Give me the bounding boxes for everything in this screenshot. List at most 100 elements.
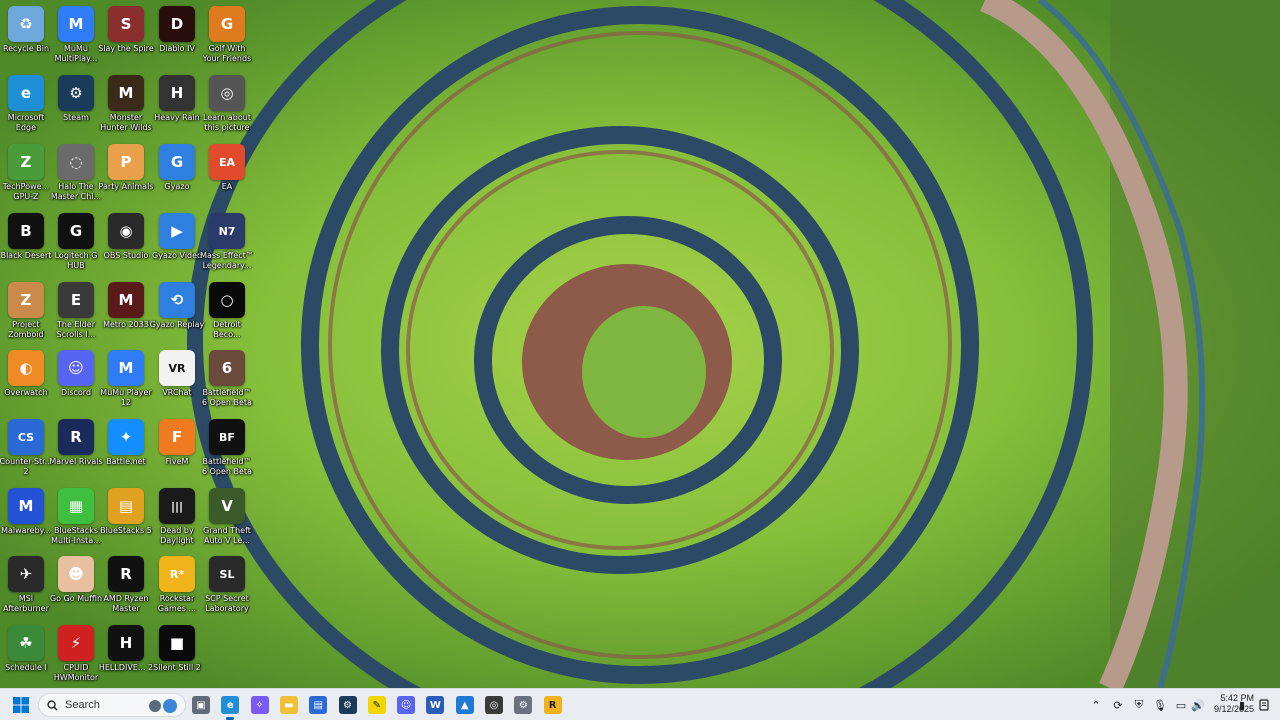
desktop-icon[interactable]: F FiveM [151,415,203,483]
taskbar-sticky-notes[interactable]: ✎ [365,693,389,717]
mumu-player-icon: M [108,350,144,386]
desktop-icon[interactable]: M MuMu MultiPlay... [50,2,102,70]
desktop-icon[interactable]: M Malwareby... [0,484,52,552]
desktop-icon[interactable]: H HELLDIVE... 2 [98,621,154,689]
desktop-icon[interactable]: M MuMu Player 12 [100,346,152,414]
taskbar-file-explorer[interactable]: ▬ [277,693,301,717]
hwmonitor-icon: ⚡ [58,625,94,661]
desktop-icon[interactable]: R AMD Ryzen Master [100,552,152,620]
desktop-icon-label: BlueStacks 5 [100,526,152,535]
desktop-icon[interactable]: Z TechPowe... GPU-Z [0,140,52,208]
desktop-icon[interactable]: G Logitech G HUB [50,209,102,277]
desktop-icon[interactable]: R Marvel Rivals [49,415,103,483]
desktop-icon[interactable]: EA EA [201,140,253,208]
gyazo-replay-icon: ⟲ [159,282,195,318]
speaker-icon[interactable]: 🔊 [1190,697,1206,713]
desktop-icon[interactable]: H Heavy Rain [151,71,203,139]
desktop-icon-label: MuMu Player 12 [100,388,152,407]
detroit-icon: ○ [209,282,245,318]
shield-icon[interactable]: ⛨ [1131,697,1147,713]
desktop-icon[interactable]: ✦ Battle.net [100,415,152,483]
project-zomboid-icon: Z [8,282,44,318]
desktop-icon[interactable]: ☻ Go Go Muffin [50,552,102,620]
desktop-icon[interactable]: VR VRChat [151,346,203,414]
desktop-icon[interactable]: ◐ Overwatch [0,346,52,414]
desktop-icon[interactable]: CS Counter-Str... 2 [0,415,52,483]
desktop-icon-label: OBS Studio [103,251,149,260]
desktop-icon-label: Battlefield™ 6 Open Beta [202,388,252,407]
desktop-icon[interactable]: ◉ OBS Studio [100,209,152,277]
desktop-icon[interactable]: E The Elder Scrolls I... [50,278,102,346]
desktop-icon[interactable]: P Party Animals [99,140,153,208]
desktop-icon[interactable]: ☘ Schedule I [0,621,52,689]
marvel-rivals-icon: R [58,419,94,455]
desktop-icon[interactable]: S Slay the Spire [98,2,154,70]
desktop-icon[interactable]: D Diablo IV [151,2,203,70]
desktop-icon[interactable]: V Grand Theft Auto V Le... [201,484,253,552]
taskbar-store[interactable]: ▤ [306,693,330,717]
heavy-rain-icon: H [159,75,195,111]
taskbar-task-view[interactable]: ▣ [189,693,213,717]
msi-afterburner-icon: ✈ [8,556,44,592]
desktop-icon[interactable]: B Black Desert [0,209,52,277]
desktop-icon[interactable]: SL SCP Secret Laboratory [201,552,253,620]
desktop-icon-label: Rockstar Games ... [157,594,197,613]
desktop-icon[interactable]: ▤ BlueStacks 5 [100,484,152,552]
battle-net-icon: ✦ [108,419,144,455]
taskbar-rockstar[interactable]: R [541,693,565,717]
desktop-icon[interactable]: G Gyazo [151,140,203,208]
desktop-icon-label: Gyazo [164,182,190,191]
chevron-up-icon[interactable]: ⌃ [1088,697,1104,713]
desktop-icon[interactable]: ▦ BlueStacks Multi-Insta... [50,484,102,552]
notification-bell-icon[interactable] [1256,697,1272,713]
microphone-icon[interactable]: 🎙 [1152,697,1168,713]
edge-icon: e [8,75,44,111]
taskbar-copilot[interactable]: ✧ [248,693,272,717]
start-button[interactable] [8,693,34,717]
desktop-icon[interactable]: N7 Mass Effect™ Legendary... [200,209,254,277]
taskbar-capture[interactable]: ◎ [482,693,506,717]
desktop-icon-label: Detroit Beco... [213,320,241,339]
desktop-icon[interactable]: 6 Battlefield™ 6 Open Beta [201,346,253,414]
desktop-icon[interactable]: ⟲ Gyazo Replay [150,278,204,346]
search-icon [47,699,58,711]
desktop-icon[interactable]: G Golf With Your Friends [201,2,253,70]
desktop-icon[interactable]: M Metro 2033 [100,278,152,346]
battlefield-6-beta-icon: BF [209,419,245,455]
rockstar-games-icon: R* [159,556,195,592]
network-icon[interactable]: ▭ [1173,697,1189,713]
desktop-icon[interactable]: ○ Detroit Beco... [201,278,253,346]
desktop-icon[interactable]: ☺ Discord [50,346,102,414]
taskbar-search-box[interactable]: Search [38,693,186,717]
desktop-icon[interactable]: ||| Dead by Daylight [151,484,203,552]
desktop-icon[interactable]: ⚡ CPUID HWMonitor [50,621,102,689]
taskbar-word[interactable]: W [423,693,447,717]
desktop-icon-label: HELLDIVE... 2 [98,663,154,672]
copilot-icon: ✧ [250,696,269,714]
desktop-icon[interactable]: ◌ Halo The Master Chi... [50,140,102,208]
gpu-z-icon: Z [8,144,44,180]
ryzen-master-icon: R [108,556,144,592]
bluestacks-multi-icon: ▦ [58,488,94,524]
taskbar-steam[interactable]: ⚙ [336,693,360,717]
desktop-icon[interactable]: e Microsoft Edge [0,71,52,139]
sync-icon[interactable]: ⟳ [1110,697,1126,713]
desktop-icon-label: Recycle Bin [2,44,50,53]
desktop-icon[interactable]: ♻ Recycle Bin [0,2,52,70]
desktop-icon[interactable]: ⚙ Steam [50,71,102,139]
desktop-icon[interactable]: Z Project Zomboid [0,278,52,346]
taskbar-edge[interactable]: e [218,693,242,720]
desktop-icon[interactable]: ◎ Learn about this picture [201,71,253,139]
desktop-icon[interactable]: ▶ Gyazo Video [151,209,203,277]
counter-strike-icon: CS [8,419,44,455]
desktop-icon[interactable]: BF Battlefield™ 6 Open Beta [201,415,253,483]
taskbar-photos[interactable]: ▲ [453,693,477,717]
desktop-icon[interactable]: ✈ MSI Afterburner [0,552,52,620]
taskbar-settings[interactable]: ⚙ [511,693,535,717]
desktop-icon-label: Project Zomboid [8,320,44,339]
desktop-icon[interactable]: ■ Silent Still 2 [151,621,203,689]
desktop-icon[interactable]: M Monster Hunter Wilds [100,71,152,139]
taskbar-discord[interactable]: ☺ [394,693,418,717]
taskbar-clock[interactable]: 5:42 PM 9/12/2025 [1208,693,1254,717]
desktop-icon[interactable]: R* Rockstar Games ... [151,552,203,620]
